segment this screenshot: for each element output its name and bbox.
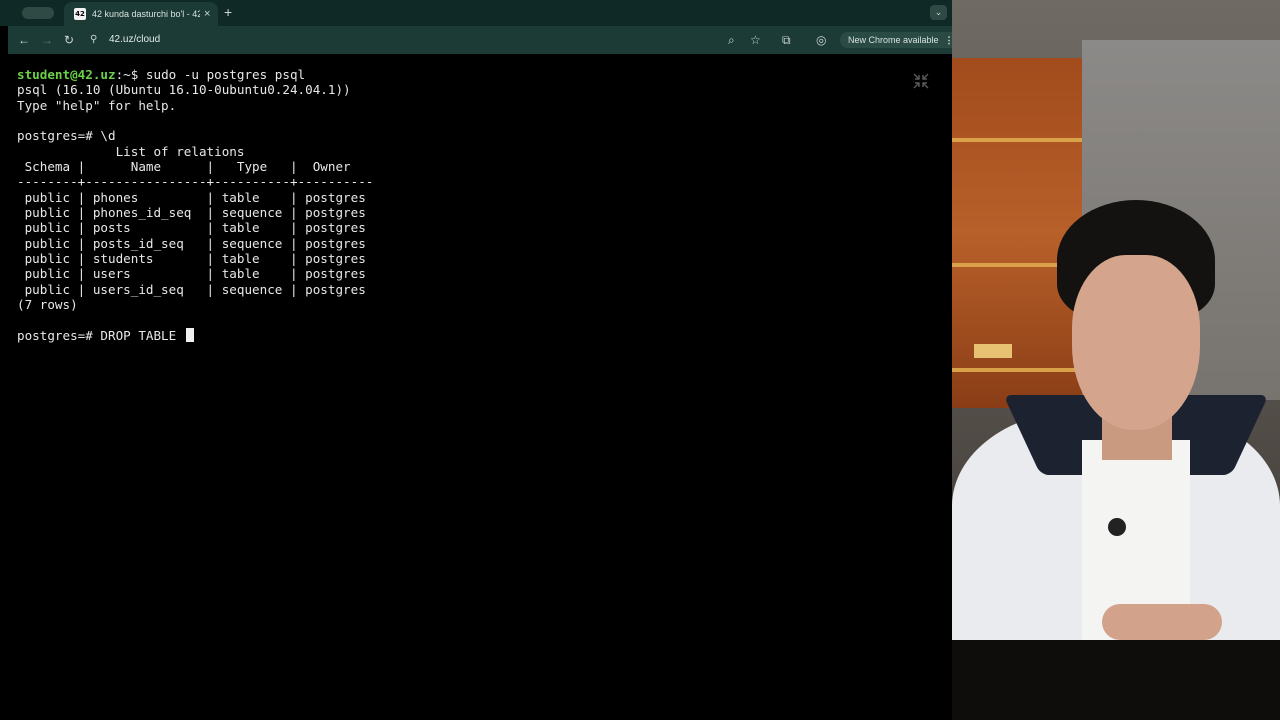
current-input-line: postgres=# DROP TABLE <box>17 327 373 343</box>
relations-footer: (7 rows) <box>17 297 78 313</box>
presenter-hands <box>1102 604 1222 640</box>
lapel-mic-icon <box>1108 518 1126 536</box>
table-row: public | users | table | postgres <box>17 266 366 282</box>
terminal-cursor <box>185 327 194 342</box>
terminal[interactable]: student@42.uz:~$ sudo -u postgres psql ps… <box>0 56 952 720</box>
command-input[interactable]: postgres=# DROP TABLE <box>17 328 184 343</box>
site-info-icon[interactable]: ⚲ <box>90 34 97 45</box>
shell-command: :~$ sudo -u postgres psql <box>115 67 306 82</box>
presenter-face <box>1072 255 1200 430</box>
browser-toolbar: ← → ↻ ⚲ 42.uz/cloud ⌕ ☆ ⧉ ◎ New Chrome a… <box>8 26 952 54</box>
reload-icon[interactable]: ↻ <box>64 33 74 47</box>
tab-search-icon[interactable]: ⌄ <box>930 5 947 20</box>
site-favicon-icon: 42 <box>74 8 86 20</box>
terminal-line: student@42.uz:~$ sudo -u postgres psql <box>17 67 373 82</box>
tab-strip: 42 42 kunda dasturchi bo'l - 42 × + ⌄ <box>0 0 952 26</box>
tab-title: 42 kunda dasturchi bo'l - 42 <box>92 9 200 19</box>
background-lamp <box>974 344 1012 358</box>
relations-separator: --------+----------------+----------+---… <box>17 174 374 190</box>
webcam-feed <box>952 0 1280 720</box>
terminal-output: student@42.uz:~$ sudo -u postgres psql ps… <box>17 67 373 343</box>
extensions-icon[interactable]: ⧉ <box>782 33 791 47</box>
shelf-light <box>952 368 1082 372</box>
browser-window: 42 42 kunda dasturchi bo'l - 42 × + ⌄ ← … <box>0 0 952 720</box>
desk <box>952 640 1280 720</box>
terminal-line: psql (16.10 (Ubuntu 16.10-0ubuntu0.24.04… <box>17 82 351 98</box>
background-wood-panel <box>952 58 1082 408</box>
new-tab-icon[interactable]: + <box>224 5 232 19</box>
table-row: public | phones | table | postgres <box>17 189 366 205</box>
chrome-update-button[interactable]: New Chrome available ⋮ <box>840 32 952 48</box>
relations-header: Schema | Name | Type | Owner <box>17 159 351 175</box>
tab-group-pill[interactable] <box>22 7 54 19</box>
chrome-update-label: New Chrome available <box>848 35 939 45</box>
chrome-menu-icon[interactable]: ⋮ <box>945 35 952 46</box>
relations-title: List of relations <box>17 143 245 159</box>
back-icon[interactable]: ← <box>18 33 30 47</box>
terminal-line: postgres=# \d <box>17 128 116 144</box>
tab-active[interactable]: 42 42 kunda dasturchi bo'l - 42 × <box>64 2 218 26</box>
close-tab-icon[interactable]: × <box>204 8 210 20</box>
table-row: public | phones_id_seq | sequence | post… <box>17 205 366 221</box>
forward-icon[interactable]: → <box>41 33 53 47</box>
terminal-line: Type "help" for help. <box>17 97 177 113</box>
screen: 42 42 kunda dasturchi bo'l - 42 × + ⌄ ← … <box>0 0 1280 720</box>
shelf-light <box>952 138 1082 142</box>
bookmark-star-icon[interactable]: ☆ <box>750 33 761 47</box>
address-bar[interactable]: 42.uz/cloud <box>109 34 160 45</box>
table-row: public | posts | table | postgres <box>17 220 366 236</box>
profile-icon[interactable]: ◎ <box>816 33 826 47</box>
exit-fullscreen-icon[interactable] <box>912 72 930 90</box>
zoom-icon[interactable]: ⌕ <box>728 33 735 47</box>
table-row: public | posts_id_seq | sequence | postg… <box>17 235 366 251</box>
prompt-user-host: student@42.uz <box>17 67 116 82</box>
table-row: public | users_id_seq | sequence | postg… <box>17 281 366 297</box>
table-row: public | students | table | postgres <box>17 251 366 267</box>
